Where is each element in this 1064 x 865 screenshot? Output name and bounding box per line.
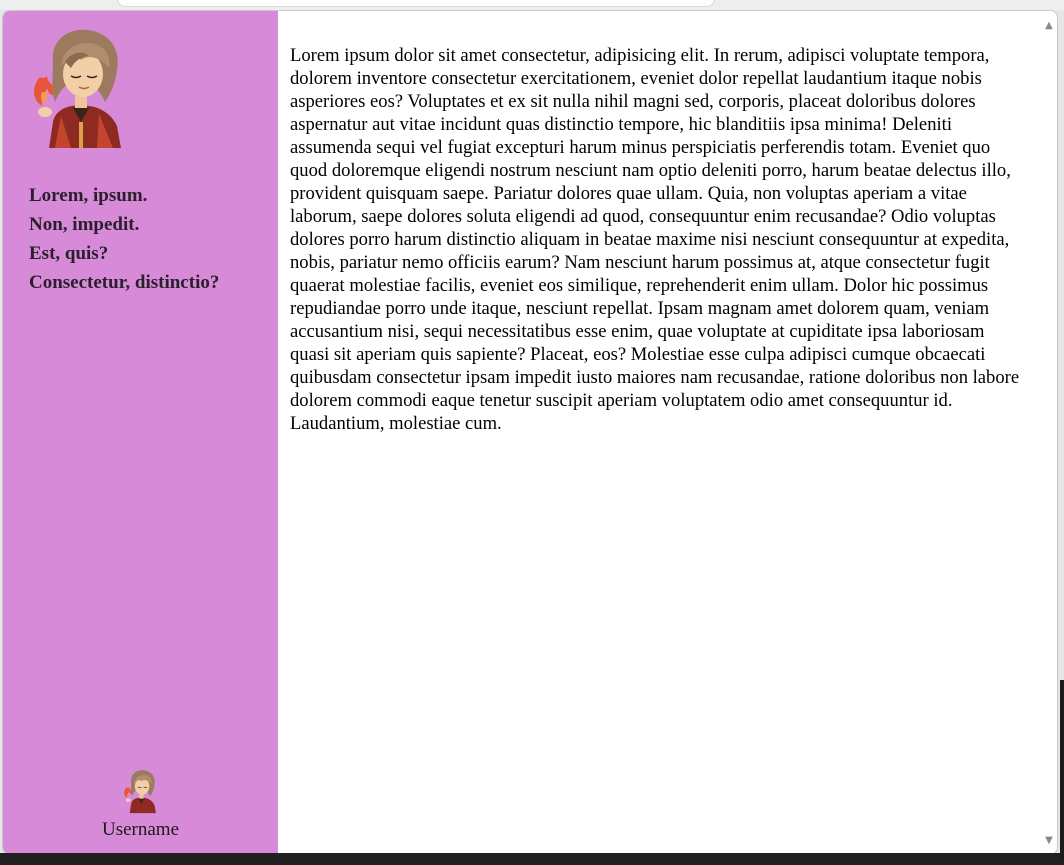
window-edge [1060, 680, 1064, 860]
nav-item-est-quis[interactable]: Est, quis? [29, 239, 219, 268]
main-content: Lorem ipsum dolor sit amet consectetur, … [290, 44, 1028, 435]
profile-avatar-image [34, 29, 121, 148]
address-bar-edge[interactable] [118, 0, 714, 6]
taskbar-strip [0, 853, 1064, 865]
nav-item-consectetur-distinctio[interactable]: Consectetur, distinctio? [29, 268, 219, 297]
user-avatar-image [123, 770, 156, 814]
nav-item-lorem-ipsum[interactable]: Lorem, ipsum. [29, 181, 219, 210]
triangle-down-icon[interactable]: ▼ [1044, 836, 1054, 846]
username-label: Username [101, 819, 180, 840]
sidebar-nav: Lorem, ipsum. Non, impedit. Est, quis? C… [29, 181, 219, 297]
vertical-scrollbar[interactable]: ▲ ▼ [1041, 11, 1057, 854]
nav-item-non-impedit[interactable]: Non, impedit. [29, 210, 219, 239]
triangle-up-icon[interactable]: ▲ [1044, 21, 1054, 31]
sidebar: Lorem, ipsum. Non, impedit. Est, quis? C… [3, 11, 278, 854]
browser-top-strip [0, 0, 1064, 10]
page-window: Lorem, ipsum. Non, impedit. Est, quis? C… [2, 10, 1058, 855]
user-profile[interactable]: Username [3, 767, 278, 841]
body-paragraph: Lorem ipsum dolor sit amet consectetur, … [290, 45, 1020, 434]
